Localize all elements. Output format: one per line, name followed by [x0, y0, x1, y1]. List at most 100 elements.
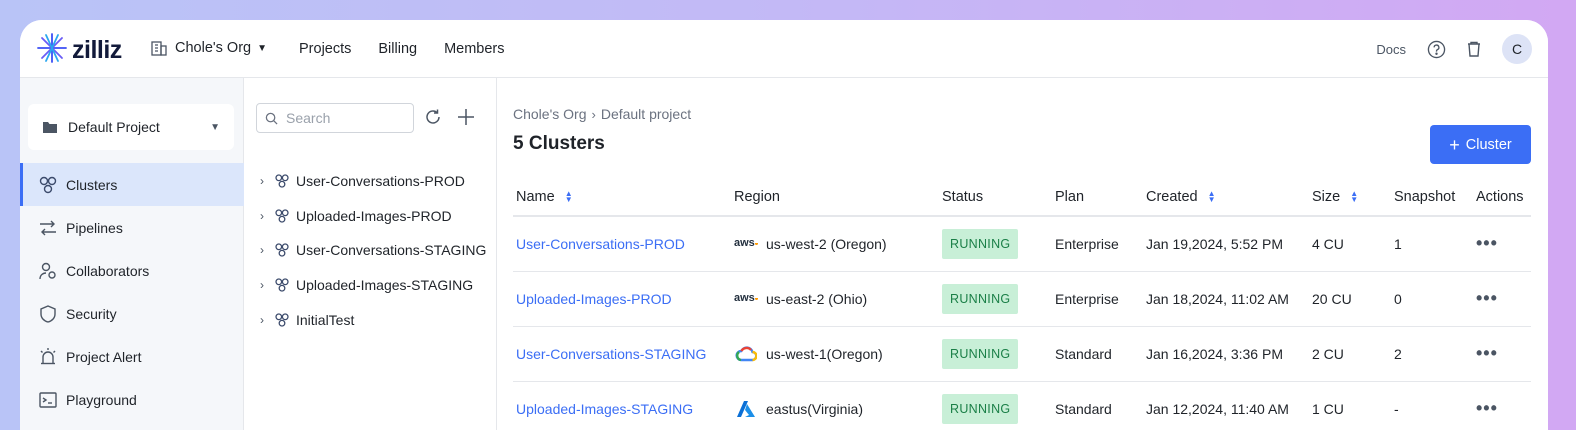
chevron-right-icon[interactable]: › [260, 278, 272, 292]
cluster-name-link[interactable]: User-Conversations-STAGING [516, 346, 706, 362]
column-header-status: Status [939, 178, 1052, 217]
tree-item-label: Uploaded-Images-PROD [296, 208, 452, 224]
sort-icon[interactable]: ▲ ▼ [565, 189, 573, 203]
top-nav: Projects Billing Members [299, 41, 532, 57]
more-actions-icon[interactable]: ••• [1476, 233, 1498, 253]
sidebar-item-label: Security [66, 305, 117, 322]
tree-item-label: User-Conversations-PROD [296, 173, 465, 189]
region-label: us-east-2 (Ohio) [766, 290, 868, 307]
size-cell: 1 CU [1309, 381, 1391, 430]
azure-logo-icon [734, 399, 758, 419]
status-badge: RUNNING [942, 393, 1019, 424]
project-selector-label: Default Project [68, 119, 160, 135]
plan-cell: Enterprise [1052, 216, 1143, 272]
tree-item[interactable]: › User-Conversations-PROD [260, 172, 465, 190]
chevron-right-icon[interactable]: › [260, 243, 272, 257]
cluster-tree-panel: › User-Conversations-PROD › Uploaded-Ima… [244, 78, 497, 430]
tree-item[interactable]: › User-Conversations-STAGING [260, 241, 486, 259]
table-header-row: Name ▲ ▼ Region Status Plan Created ▲ ▼ Size… [513, 178, 1531, 217]
sidebar-item-label: Playground [66, 391, 137, 408]
top-right-actions: Docs C [1376, 34, 1532, 64]
caret-down-icon: ▼ [257, 42, 268, 54]
sidebar-item-collaborators[interactable]: Collaborators [20, 249, 244, 292]
more-actions-icon[interactable]: ••• [1476, 288, 1498, 308]
avatar[interactable]: C [1502, 34, 1532, 64]
plus-icon: + [1449, 134, 1460, 155]
chevron-right-icon[interactable]: › [260, 313, 272, 327]
created-cell: Jan 16,2024, 3:36 PM [1143, 326, 1309, 382]
sidebar-item-project-alert[interactable]: Project Alert [20, 335, 244, 378]
more-actions-icon[interactable]: ••• [1476, 343, 1498, 363]
table-row: Uploaded-Images-PROD aws us-east-2 (Ohio… [513, 271, 1531, 327]
tree-item[interactable]: › Uploaded-Images-PROD [260, 207, 452, 225]
breadcrumb-org[interactable]: Chole's Org [513, 106, 586, 122]
app-window: zilliz Chole's Org ▼ Projects Billing Me… [20, 20, 1548, 430]
main-content: Chole's Org › Default project 5 Clusters… [497, 78, 1548, 430]
plan-cell: Standard [1052, 381, 1143, 430]
more-actions-icon[interactable]: ••• [1476, 398, 1498, 418]
size-cell: 2 CU [1309, 326, 1391, 382]
column-header-actions: Actions [1473, 178, 1531, 217]
aws-logo-icon: aws [734, 234, 758, 254]
tree-item[interactable]: › InitialTest [260, 311, 354, 329]
created-cell: Jan 19,2024, 5:52 PM [1143, 216, 1309, 272]
logo[interactable]: zilliz [36, 32, 122, 69]
refresh-icon[interactable] [424, 108, 444, 128]
nav-billing[interactable]: Billing [378, 41, 417, 57]
cluster-name-link[interactable]: Uploaded-Images-STAGING [516, 401, 693, 417]
trash-icon[interactable] [1464, 39, 1484, 59]
clusters-icon [274, 276, 292, 294]
help-icon[interactable] [1426, 39, 1446, 59]
table-row: User-Conversations-STAGING us-west-1(Ore… [513, 326, 1531, 382]
clusters-icon [274, 241, 292, 259]
column-header-size[interactable]: Size ▲ ▼ [1309, 178, 1391, 217]
project-selector[interactable]: Default Project ▼ [28, 104, 234, 150]
add-cluster-button[interactable]: + Cluster [1430, 125, 1531, 164]
org-selector[interactable]: Chole's Org ▼ [150, 39, 267, 57]
sidebar-item-playground[interactable]: Playground [20, 378, 244, 421]
clusters-icon [274, 172, 292, 190]
chevron-right-icon[interactable]: › [260, 209, 272, 223]
sort-icon[interactable]: ▲ ▼ [1350, 189, 1358, 203]
snapshot-cell: 2 [1391, 326, 1473, 382]
nav-projects[interactable]: Projects [299, 41, 351, 57]
created-cell: Jan 18,2024, 11:02 AM [1143, 271, 1309, 327]
search-input[interactable] [286, 110, 406, 126]
column-header-name[interactable]: Name ▲ ▼ [513, 178, 731, 217]
zilliz-star-icon [36, 32, 68, 69]
column-header-created[interactable]: Created ▲ ▼ [1143, 178, 1309, 217]
breadcrumb: Chole's Org › Default project [513, 106, 691, 122]
org-name: Chole's Org [175, 40, 252, 56]
chevron-right-icon[interactable]: › [260, 174, 272, 188]
chevron-right-icon: › [591, 106, 596, 122]
alarm-icon [38, 347, 58, 367]
region-label: eastus(Virginia) [766, 400, 864, 417]
page-title: 5 Clusters [513, 133, 605, 154]
sidebar: Default Project ▼ Clusters Pipelines Col… [20, 78, 244, 430]
tree-item[interactable]: › Uploaded-Images-STAGING [260, 276, 473, 294]
sidebar-item-label: Clusters [66, 176, 118, 193]
terminal-icon [38, 390, 58, 410]
docs-link[interactable]: Docs [1376, 42, 1406, 57]
pipelines-icon [38, 218, 58, 238]
status-badge: RUNNING [942, 283, 1019, 314]
cluster-name-link[interactable]: User-Conversations-PROD [516, 236, 685, 252]
cluster-name-link[interactable]: Uploaded-Images-PROD [516, 291, 672, 307]
search-box[interactable] [256, 103, 414, 133]
sidebar-item-label: Collaborators [66, 262, 150, 279]
folder-icon [42, 120, 58, 134]
column-header-region: Region [731, 178, 939, 217]
column-header-plan: Plan [1052, 178, 1143, 217]
sidebar-item-security[interactable]: Security [20, 292, 244, 335]
nav-members[interactable]: Members [444, 41, 504, 57]
clusters-icon [274, 207, 292, 225]
column-header-snapshot: Snapshot [1391, 178, 1473, 217]
sidebar-item-clusters[interactable]: Clusters [20, 163, 244, 206]
add-cluster-label: Cluster [1465, 136, 1512, 153]
size-cell: 4 CU [1309, 216, 1391, 272]
plan-cell: Enterprise [1052, 271, 1143, 327]
sidebar-item-pipelines[interactable]: Pipelines [20, 206, 244, 249]
search-icon [265, 112, 278, 125]
add-icon[interactable] [457, 108, 477, 128]
sort-icon[interactable]: ▲ ▼ [1208, 189, 1216, 203]
